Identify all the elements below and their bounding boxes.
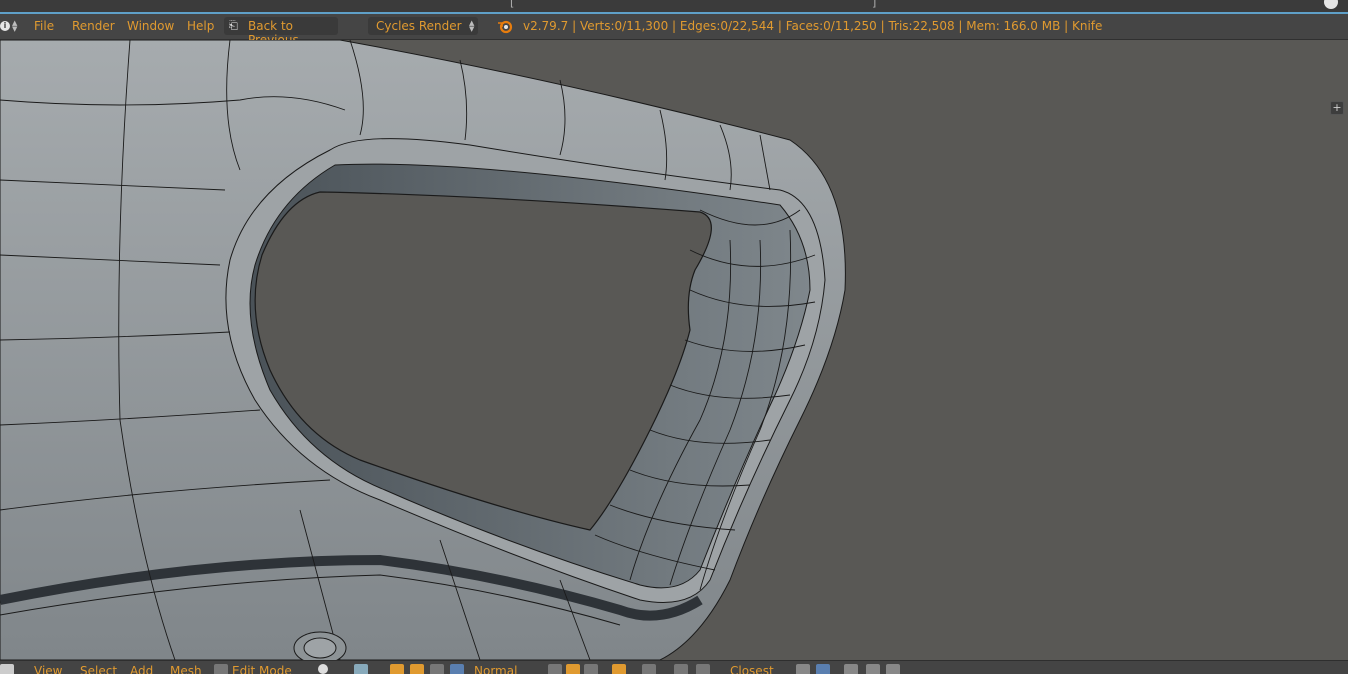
- plus-icon[interactable]: +: [1330, 101, 1344, 115]
- window-title-text-end: ]: [872, 0, 877, 9]
- dropdown-arrows-icon: ▲ ▼: [469, 19, 475, 33]
- render-engine-value: Cycles Render: [376, 19, 462, 33]
- blender-logo-icon: [498, 20, 513, 34]
- editor-type-arrows-icon[interactable]: ▲ ▼: [12, 20, 17, 33]
- back-arrow-icon: ⎗: [229, 19, 238, 32]
- viewport-footer-toolbar: View Select Add Mesh Edit Mode Normal Cl…: [0, 660, 1348, 674]
- scene-statistics: v2.79.7 | Verts:0/11,300 | Edges:0/22,54…: [523, 19, 1103, 33]
- menu-help[interactable]: Help: [187, 19, 214, 33]
- 3d-viewport[interactable]: +: [0, 40, 1348, 660]
- back-to-previous-button[interactable]: ⎗ Back to Previous: [224, 17, 338, 47]
- mesh-view: [0, 40, 846, 660]
- menu-window[interactable]: Window: [127, 19, 174, 33]
- window-close-icon[interactable]: [1324, 0, 1338, 9]
- window-title-bar: [ ]: [0, 0, 1348, 14]
- menu-render[interactable]: Render: [72, 19, 115, 33]
- window-title-text: [: [510, 0, 515, 9]
- render-engine-dropdown[interactable]: Cycles Render ▲ ▼: [368, 17, 478, 35]
- info-icon[interactable]: i: [0, 21, 10, 31]
- menu-file[interactable]: File: [34, 19, 54, 33]
- info-header: i ▲▼ File Render Window Help ⎗ Back to P…: [0, 14, 1348, 47]
